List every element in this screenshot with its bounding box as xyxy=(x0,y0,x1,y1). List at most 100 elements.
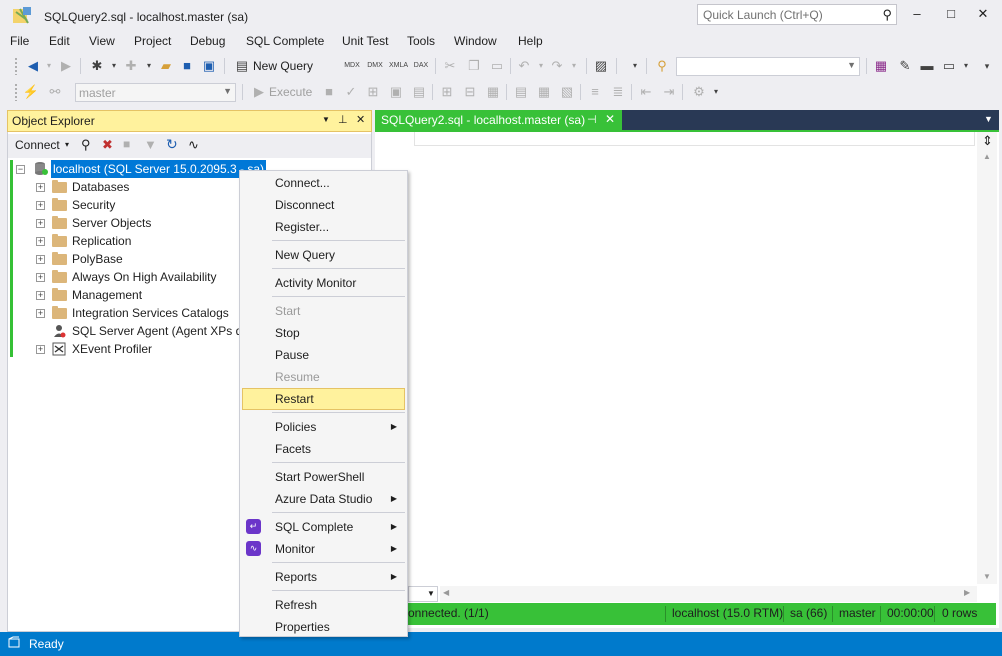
connect-plug-icon[interactable]: ⚲ xyxy=(81,137,91,153)
tree-node-management[interactable]: + Management xyxy=(34,286,264,304)
execute-icon[interactable]: ▶ xyxy=(250,83,268,101)
new-query-icon[interactable]: ▤ xyxy=(233,57,251,75)
scroll-right-icon[interactable]: ▶ xyxy=(964,588,970,597)
expand-icon[interactable]: + xyxy=(36,309,45,318)
toolbar-overflow-icon[interactable]: ▾ xyxy=(978,57,996,75)
split-icon[interactable]: ⇕ xyxy=(982,133,993,149)
tab-overflow-icon[interactable]: ▼ xyxy=(984,114,993,124)
refresh-icon[interactable]: ↻ xyxy=(166,136,178,153)
terminal-dropdown-icon[interactable]: ▾ xyxy=(957,57,975,75)
parse-icon[interactable]: ✓ xyxy=(342,83,360,101)
tools-wrench-icon[interactable]: ✎ xyxy=(896,57,914,75)
tab-sqlquery2[interactable]: SQLQuery2.sql - localhost.master (sa) ⊣ … xyxy=(375,110,622,130)
menu-item-activity-monitor[interactable]: Activity Monitor xyxy=(242,272,405,294)
tree-node-databases[interactable]: + Databases xyxy=(34,178,264,196)
toolbar-grip[interactable] xyxy=(14,57,18,75)
connect-dropdown-icon[interactable]: ▾ xyxy=(65,140,69,149)
terminal-icon[interactable]: ▭ xyxy=(940,57,958,75)
expand-icon[interactable]: + xyxy=(36,219,45,228)
xmla-query-icon[interactable]: XMLA xyxy=(389,57,408,75)
horizontal-scrollbar[interactable]: ◀ ▶ xyxy=(440,586,977,602)
scroll-left-icon[interactable]: ◀ xyxy=(443,588,449,597)
vertical-scrollbar[interactable]: ⇕ ▲ ▼ xyxy=(977,132,997,584)
tree-node-polybase[interactable]: + PolyBase xyxy=(34,250,264,268)
client-stats-icon[interactable]: ▦ xyxy=(484,83,502,101)
expand-icon[interactable]: + xyxy=(36,183,45,192)
scroll-down-icon[interactable]: ▼ xyxy=(983,572,991,581)
add-item-dropdown-icon[interactable]: ▾ xyxy=(140,57,158,75)
menu-sql-complete[interactable]: SQL Complete xyxy=(246,34,324,48)
menu-item-register[interactable]: Register... xyxy=(242,216,405,238)
menu-item-start-powershell[interactable]: Start PowerShell xyxy=(242,466,405,488)
paste-icon[interactable]: ▭ xyxy=(488,57,506,75)
close-button[interactable]: ✕ xyxy=(968,4,998,26)
menu-item-policies[interactable]: Policies ▶ xyxy=(242,416,405,438)
tree-node-security[interactable]: + Security xyxy=(34,196,264,214)
tree-node-sql-agent[interactable]: SQL Server Agent (Agent XPs dis xyxy=(34,322,264,340)
menu-item-facets[interactable]: Facets xyxy=(242,438,405,460)
undo-icon[interactable]: ↶ xyxy=(515,57,533,75)
menu-item-disconnect[interactable]: Disconnect xyxy=(242,194,405,216)
redo-icon[interactable]: ↷ xyxy=(548,57,566,75)
quick-launch-input[interactable]: Quick Launch (Ctrl+Q) ⚲ xyxy=(697,4,897,25)
menu-project[interactable]: Project xyxy=(134,34,171,48)
new-project-icon[interactable]: ✱ xyxy=(88,57,106,75)
solution-config-dropdown-icon[interactable]: ▾ xyxy=(626,57,644,75)
tree-node-always-on[interactable]: + Always On High Availability xyxy=(34,268,264,286)
editor-area[interactable] xyxy=(375,110,999,628)
include-plan-icon[interactable]: ⊞ xyxy=(438,83,456,101)
decrease-indent-icon[interactable]: ⇤ xyxy=(637,83,655,101)
intellisense-icon[interactable]: ▤ xyxy=(410,83,428,101)
menu-view[interactable]: View xyxy=(89,34,115,48)
connect-button[interactable]: Connect xyxy=(15,138,60,152)
disconnect-icon[interactable]: ✖ xyxy=(102,137,113,153)
find-combo[interactable]: ▼ xyxy=(676,57,860,76)
expand-icon[interactable]: + xyxy=(36,291,45,300)
close-tab-icon[interactable]: ✕ xyxy=(605,112,615,126)
open-folder-icon[interactable]: ▰ xyxy=(157,57,175,75)
results-grid-icon[interactable]: ▦ xyxy=(535,83,553,101)
tree-node-integration-services[interactable]: + Integration Services Catalogs xyxy=(34,304,264,322)
pin-icon[interactable]: ⊥ xyxy=(338,113,348,126)
menu-item-restart[interactable]: Restart xyxy=(242,388,405,410)
menu-item-reports[interactable]: Reports ▶ xyxy=(242,566,405,588)
toolbar-overflow-icon[interactable]: ▾ xyxy=(707,83,725,101)
menu-edit[interactable]: Edit xyxy=(49,34,70,48)
menu-file[interactable]: File xyxy=(10,34,29,48)
results-file-icon[interactable]: ▧ xyxy=(558,83,576,101)
scroll-up-icon[interactable]: ▲ xyxy=(983,152,991,161)
new-project-dropdown-icon[interactable]: ▾ xyxy=(105,57,123,75)
live-stats-icon[interactable]: ⊟ xyxy=(461,83,479,101)
change-connection-icon[interactable]: ⚯ xyxy=(46,83,64,101)
specify-values-icon[interactable]: ⚙ xyxy=(690,83,708,101)
menu-window[interactable]: Window xyxy=(454,34,497,48)
tree-node-xevent-profiler[interactable]: + XEvent Profiler xyxy=(34,340,264,358)
cancel-query-icon[interactable]: ■ xyxy=(320,83,338,101)
display-plan-icon[interactable]: ⊞ xyxy=(364,83,382,101)
mdx-query-icon[interactable]: MDX xyxy=(343,57,361,75)
query-designer-icon[interactable]: ▣ xyxy=(387,83,405,101)
toolbar-grip[interactable] xyxy=(14,83,18,101)
collapse-icon[interactable]: − xyxy=(16,165,25,174)
stop-icon[interactable]: ■ xyxy=(123,137,130,151)
menu-item-sql-complete[interactable]: ↵ SQL Complete ▶ xyxy=(242,516,405,538)
connect-icon[interactable]: ⚡ xyxy=(22,83,40,101)
expand-icon[interactable]: + xyxy=(36,345,45,354)
sql-project-icon[interactable]: ▦ xyxy=(872,57,890,75)
redo-dropdown-icon[interactable]: ▾ xyxy=(565,57,583,75)
expand-icon[interactable]: + xyxy=(36,273,45,282)
maximize-button[interactable]: □ xyxy=(936,4,966,26)
increase-indent-icon[interactable]: ⇥ xyxy=(660,83,678,101)
menu-item-refresh[interactable]: Refresh xyxy=(242,594,405,616)
tree-server-node[interactable]: − localhost (SQL Server 15.0.2095.3 - sa… xyxy=(16,160,266,178)
tree-node-replication[interactable]: + Replication xyxy=(34,232,264,250)
results-text-icon[interactable]: ▤ xyxy=(512,83,530,101)
dmx-query-icon[interactable]: DMX xyxy=(366,57,384,75)
filter-icon[interactable]: ▼ xyxy=(144,137,157,152)
activity-monitor-icon[interactable]: ∿ xyxy=(188,137,199,153)
menu-debug[interactable]: Debug xyxy=(190,34,225,48)
menu-item-azure-data-studio[interactable]: Azure Data Studio ▶ xyxy=(242,488,405,510)
close-panel-icon[interactable]: ✕ xyxy=(356,113,365,126)
expand-icon[interactable]: + xyxy=(36,255,45,264)
activity-icon[interactable]: ▨ xyxy=(592,57,610,75)
